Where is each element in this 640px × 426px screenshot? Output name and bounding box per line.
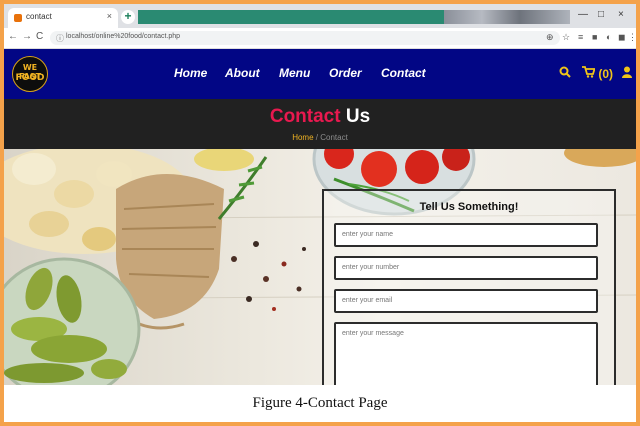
maximize-button[interactable]: □ (598, 9, 604, 20)
nav-about-link[interactable]: About (225, 66, 260, 80)
address-bar[interactable]: ⓘ localhost/online%20food/contact.php (50, 31, 560, 45)
page-title-rest: Us (345, 106, 371, 127)
minimize-button[interactable]: — (578, 9, 588, 20)
translate-icon[interactable]: ⊕ (546, 32, 554, 43)
page-title-accent: Contact (269, 106, 341, 127)
tab-strip-image (444, 10, 570, 24)
breadcrumb-home-link[interactable]: Home (292, 133, 313, 142)
profile-icon[interactable]: ◐ (606, 32, 611, 42)
nav-order-link[interactable]: Order (329, 66, 362, 80)
search-icon[interactable] (559, 66, 571, 81)
cart-icon (582, 66, 598, 81)
breadcrumb-current: Contact (320, 133, 348, 142)
forward-button[interactable]: → (22, 31, 32, 42)
reading-list-icon[interactable]: ≡ (578, 32, 583, 42)
email-input[interactable]: enter your email (334, 289, 598, 313)
number-input[interactable]: enter your number (334, 256, 598, 280)
contact-hero: Tell Us Something! enter your name enter… (4, 149, 636, 385)
nav-home-link[interactable]: Home (174, 66, 207, 80)
browser-menu-icon[interactable]: ⋮ (628, 32, 636, 43)
breadcrumb: Home / Contact (4, 133, 636, 142)
site-logo[interactable]: WE FAST FOOD (12, 56, 48, 92)
favicon-icon (14, 14, 22, 22)
address-url: localhost/online%20food/contact.php (66, 33, 181, 40)
tab-title: contact (26, 12, 52, 21)
close-window-button[interactable]: × (618, 9, 624, 20)
user-icon[interactable] (622, 66, 632, 81)
sidebar-icon[interactable]: ◼ (618, 32, 625, 43)
site-navbar: WE FAST FOOD Home About Menu Order Conta… (4, 49, 636, 99)
message-textarea[interactable]: enter your message (334, 322, 598, 385)
figure-frame: contact × + — □ × ← → C ⓘ localhost/onli… (4, 4, 636, 422)
nav-menu-link[interactable]: Menu (279, 66, 310, 80)
figure-caption: Figure 4-Contact Page (252, 395, 388, 411)
nav-contact-link[interactable]: Contact (381, 66, 426, 80)
browser-toolbar: ← → C ⓘ localhost/online%20food/contact.… (4, 28, 636, 49)
tab-close-icon[interactable]: × (107, 11, 112, 21)
breadcrumb-separator: / (315, 133, 318, 142)
cart-button[interactable]: (0) (582, 66, 613, 81)
browser-tab-bar: contact × + — □ × (4, 4, 636, 28)
cart-count: (0) (598, 67, 614, 81)
bookmark-star-icon[interactable]: ☆ (562, 32, 570, 43)
back-button[interactable]: ← (8, 31, 18, 42)
reload-button[interactable]: C (36, 31, 43, 42)
page-title: Contact Us (4, 106, 636, 128)
page-banner: Contact Us Home / Contact (4, 99, 636, 149)
logo-text-bottom: FOOD (15, 73, 45, 83)
contact-form: Tell Us Something! enter your name enter… (322, 189, 616, 385)
new-tab-button[interactable]: + (121, 10, 135, 24)
name-input[interactable]: enter your name (334, 223, 598, 247)
browser-tab[interactable]: contact × (8, 8, 118, 28)
tab-strip-background (138, 10, 444, 24)
contact-form-title: Tell Us Something! (419, 201, 519, 213)
info-icon: ⓘ (56, 34, 64, 43)
extension-icon[interactable]: ■ (592, 32, 597, 42)
